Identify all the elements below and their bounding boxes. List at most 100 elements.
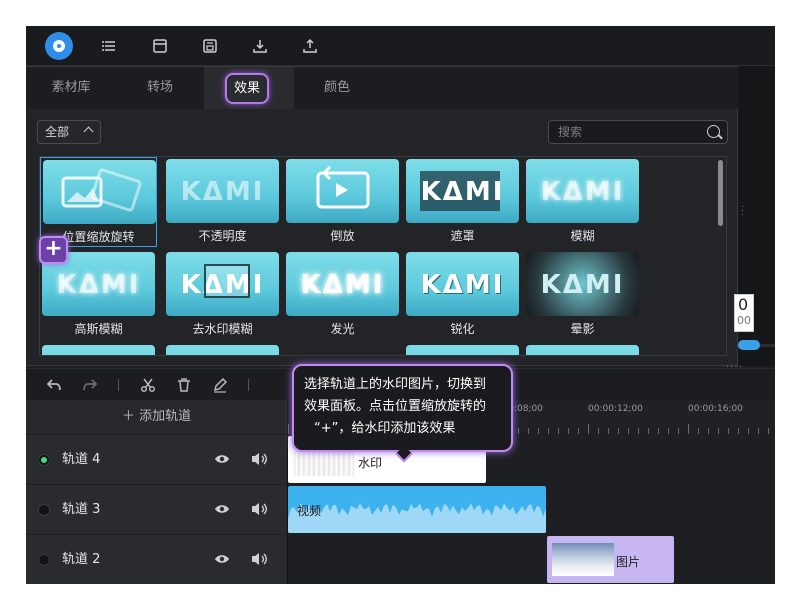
delete-icon[interactable] bbox=[176, 377, 192, 393]
effects-panel: 素材库 转场 效果 颜色 全部 搜索 位置缩放旋转 KΔMI 不透明度 倒放 K… bbox=[26, 66, 738, 366]
undo-icon[interactable] bbox=[46, 377, 62, 393]
add-track-label: 添加轨道 bbox=[139, 409, 192, 424]
eye-icon[interactable] bbox=[214, 553, 230, 565]
effect-card-reverse[interactable]: 倒放 bbox=[284, 157, 401, 247]
ruler-tick bbox=[688, 424, 689, 434]
app-logo-icon bbox=[45, 32, 73, 60]
effect-card-position-scale-rotate[interactable]: 位置缩放旋转 bbox=[40, 157, 157, 247]
search-input[interactable]: 搜索 bbox=[548, 120, 728, 144]
editor-window: 素材库 转场 效果 颜色 全部 搜索 位置缩放旋转 KΔMI 不透明度 倒放 K… bbox=[26, 26, 775, 584]
ruler-tick bbox=[768, 428, 769, 434]
effects-scrollbar[interactable] bbox=[718, 160, 723, 226]
ruler-tick bbox=[558, 428, 559, 434]
track-header: 轨道 3 bbox=[26, 485, 288, 534]
ruler-tick bbox=[708, 428, 709, 434]
ruler-tick bbox=[538, 428, 539, 434]
ruler-tick bbox=[288, 424, 289, 434]
kami-logo-icon: KΔMI bbox=[420, 270, 505, 300]
position-scale-rotate-thumb bbox=[43, 160, 156, 224]
effects-grid: 位置缩放旋转 KΔMI 不透明度 倒放 KΔMI 遮罩 KΔMI 模糊 KΔMI… bbox=[39, 156, 727, 356]
glow-thumb: KΔMI bbox=[286, 252, 399, 316]
import-icon[interactable] bbox=[252, 38, 268, 54]
effect-label: 晕影 bbox=[570, 322, 595, 336]
save-icon[interactable] bbox=[202, 38, 218, 54]
effect-card-mask[interactable]: KΔMI KΔMI 遮罩 bbox=[404, 157, 521, 247]
tab-library[interactable]: 素材库 bbox=[36, 67, 106, 109]
ruler-tick bbox=[678, 428, 679, 434]
effect-card-vignette[interactable]: KΔMI 晕影 bbox=[524, 250, 641, 340]
redo-icon[interactable] bbox=[82, 377, 98, 393]
search-placeholder: 搜索 bbox=[558, 125, 583, 139]
mask-thumb: KΔMI KΔMI bbox=[406, 159, 519, 223]
cut-icon[interactable] bbox=[140, 377, 156, 393]
watermark-blur-thumb: KΔMI bbox=[166, 252, 279, 316]
tooltip-line: 效果面板。点击位置缩放旋转的 bbox=[304, 399, 487, 414]
ruler-tick bbox=[598, 428, 599, 434]
sharpen-thumb: KΔMI bbox=[406, 252, 519, 316]
effect-label: 遮罩 bbox=[450, 229, 475, 243]
volume-icon[interactable] bbox=[250, 451, 268, 467]
effect-card-sharpen[interactable]: KΔMI 锐化 bbox=[404, 250, 521, 340]
separator bbox=[118, 379, 119, 391]
new-project-icon[interactable] bbox=[152, 38, 168, 54]
edit-icon[interactable] bbox=[212, 377, 228, 393]
kami-logo-icon: KΔMI bbox=[180, 177, 265, 207]
ruler-tick bbox=[758, 428, 759, 434]
clip-label: 视频 bbox=[297, 504, 322, 518]
track-lane[interactable]: 图片 bbox=[288, 535, 775, 584]
resize-handle-icon[interactable]: ···· bbox=[726, 362, 743, 373]
picture-clip[interactable]: 图片 bbox=[547, 536, 674, 583]
effect-label: 倒放 bbox=[330, 229, 355, 243]
ruler-tick bbox=[668, 428, 669, 434]
clip-label: 图片 bbox=[616, 555, 641, 569]
search-icon[interactable] bbox=[707, 125, 720, 138]
ruler-tick bbox=[588, 424, 589, 434]
drag-handle-icon[interactable]: · · · bbox=[741, 203, 744, 221]
ruler-tick bbox=[728, 428, 729, 434]
effect-card-blur[interactable]: KΔMI 模糊 bbox=[524, 157, 641, 247]
track-header: 轨道 2 bbox=[26, 535, 288, 584]
ruler-tick bbox=[638, 428, 639, 434]
effect-card-glow[interactable]: KΔMI 发光 bbox=[284, 250, 401, 340]
time-top: 0 bbox=[738, 295, 749, 314]
tab-color[interactable]: 颜色 bbox=[302, 67, 372, 109]
tab-transitions[interactable]: 转场 bbox=[122, 67, 198, 109]
add-effect-plus-icon[interactable]: + bbox=[39, 236, 68, 264]
filter-label: 全部 bbox=[45, 125, 70, 139]
category-filter-select[interactable]: 全部 bbox=[37, 120, 101, 144]
track-lane[interactable]: 视频 bbox=[288, 485, 775, 534]
volume-icon[interactable] bbox=[250, 551, 268, 567]
add-track-button[interactable]: ＋ 添加轨道 bbox=[26, 400, 288, 434]
effect-card-partial[interactable] bbox=[404, 343, 521, 355]
track-row-3: 轨道 3 视频 bbox=[26, 485, 775, 534]
selection-box bbox=[204, 264, 250, 298]
ruler-tick bbox=[518, 428, 519, 434]
ruler-tick bbox=[608, 428, 609, 434]
effect-label: 锐化 bbox=[450, 322, 475, 336]
track-select-toggle[interactable] bbox=[38, 454, 50, 466]
effect-card-partial[interactable] bbox=[524, 343, 641, 355]
track-name: 轨道 2 bbox=[62, 552, 101, 567]
top-toolbar bbox=[26, 26, 775, 66]
video-clip[interactable]: 视频 bbox=[288, 486, 546, 533]
eye-icon[interactable] bbox=[214, 453, 230, 465]
volume-icon[interactable] bbox=[250, 501, 268, 517]
tab-effects[interactable]: 效果 bbox=[225, 73, 269, 104]
eye-icon[interactable] bbox=[214, 503, 230, 515]
ruler-tick bbox=[648, 428, 649, 434]
effect-label: 不透明度 bbox=[198, 229, 247, 243]
effect-card-opacity[interactable]: KΔMI 不透明度 bbox=[164, 157, 281, 247]
ruler-tick bbox=[528, 428, 529, 434]
separator bbox=[248, 379, 249, 391]
ruler-tick bbox=[748, 428, 749, 434]
progress-slider-handle[interactable] bbox=[738, 340, 760, 350]
effect-card-partial[interactable] bbox=[40, 343, 157, 355]
ruler-tick bbox=[658, 428, 659, 434]
list-icon[interactable] bbox=[101, 38, 117, 54]
ruler-tick bbox=[738, 428, 739, 434]
track-select-toggle[interactable] bbox=[38, 554, 50, 566]
effect-card-watermark-blur[interactable]: KΔMI 去水印模糊 bbox=[164, 250, 281, 340]
track-select-toggle[interactable] bbox=[38, 504, 50, 516]
effect-card-partial[interactable] bbox=[164, 343, 281, 355]
export-icon[interactable] bbox=[302, 38, 318, 54]
